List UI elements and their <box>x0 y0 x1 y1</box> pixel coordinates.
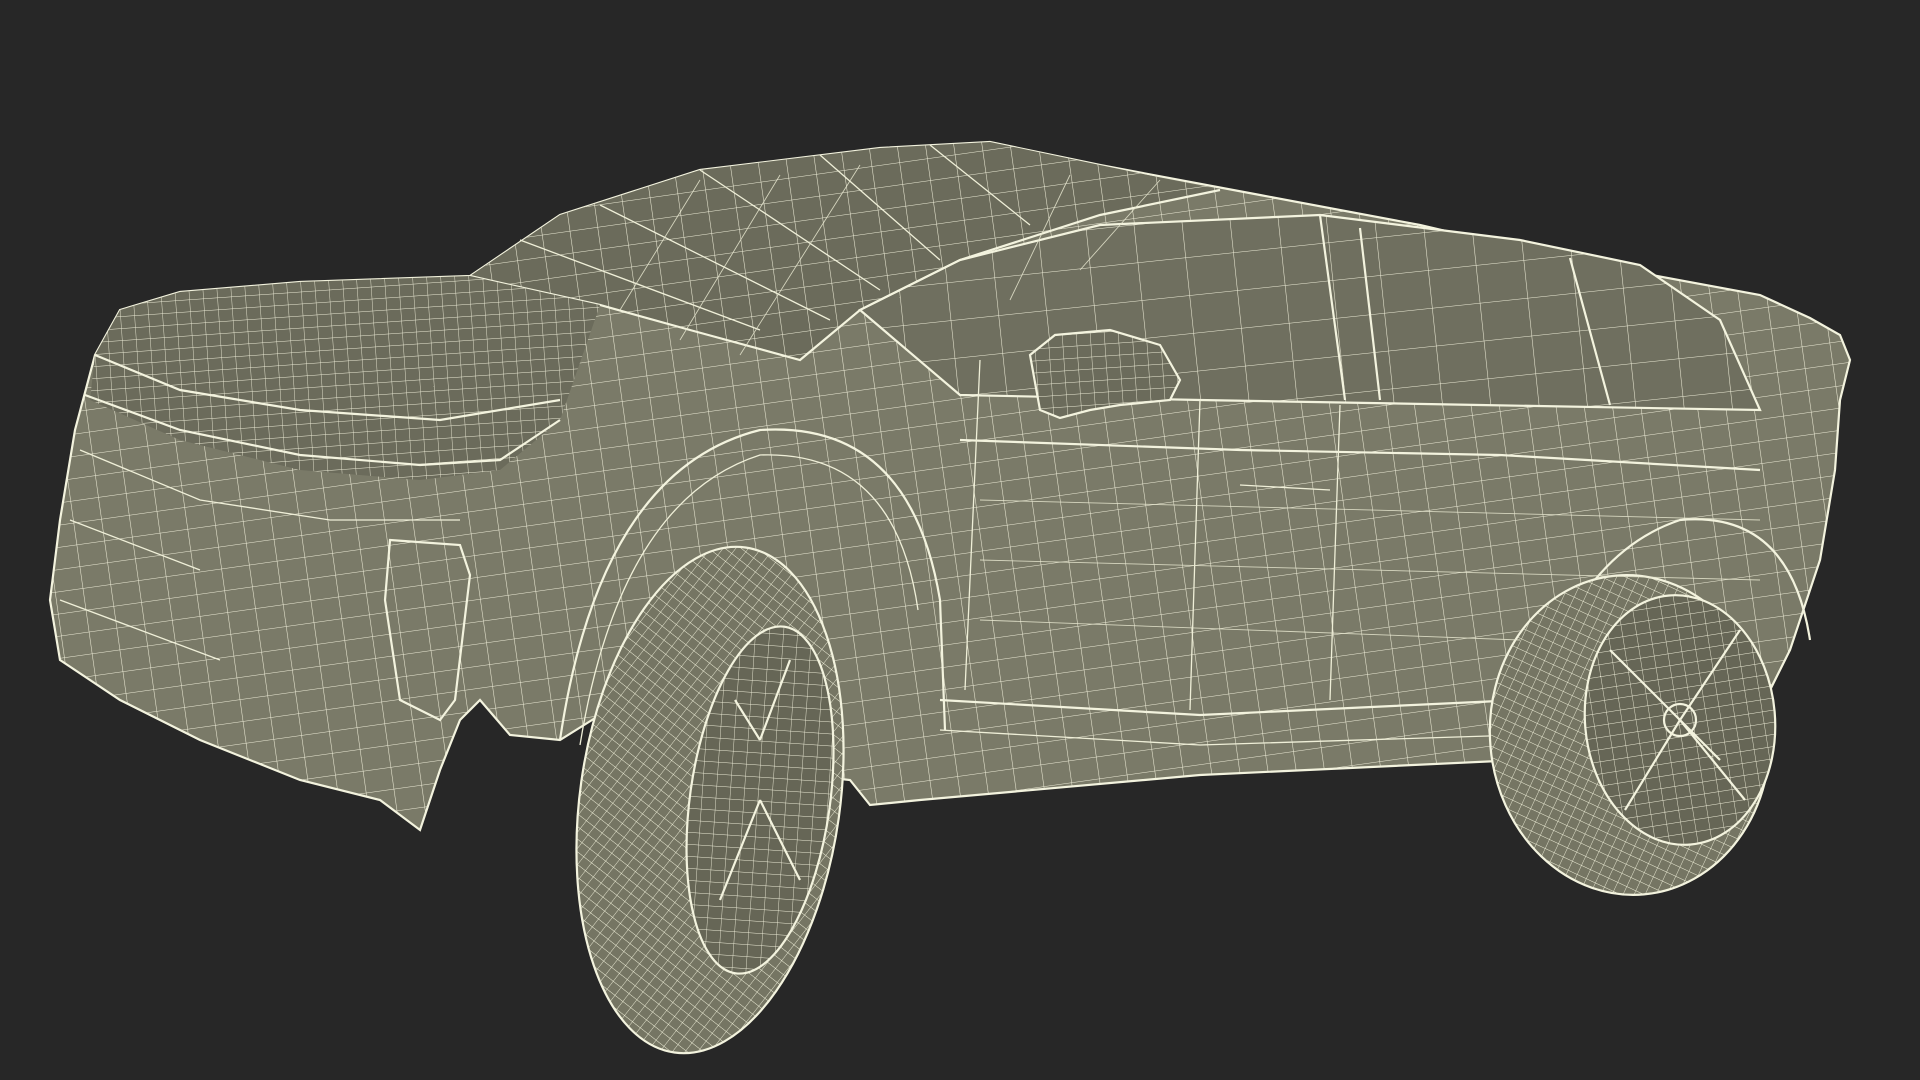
car-wireframe-render <box>48 140 1852 1055</box>
render-viewport <box>0 0 1920 1080</box>
